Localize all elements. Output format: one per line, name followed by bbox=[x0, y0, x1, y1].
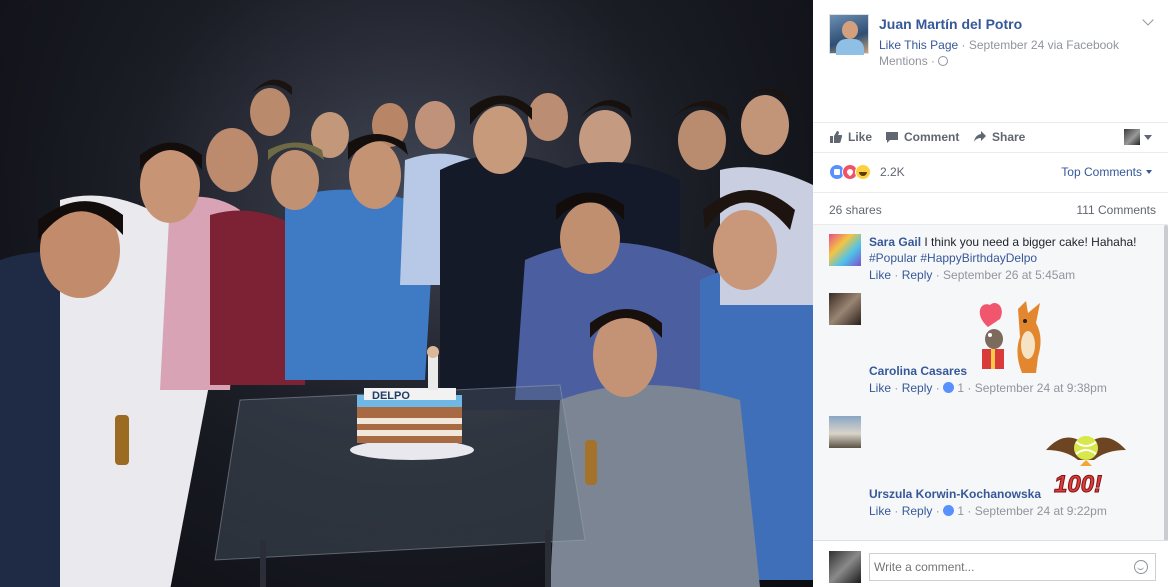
comment-time[interactable]: September 24 at 9:22pm bbox=[975, 504, 1107, 518]
comment-label: Comment bbox=[904, 130, 960, 144]
comment-footer: Like · Reply · 1 · September 24 at 9:38p… bbox=[869, 381, 1107, 395]
shares-count[interactable]: 26 shares bbox=[829, 203, 882, 217]
comment-input[interactable] bbox=[869, 553, 1156, 581]
comment-body: Urszula Korwin-Kochanowska 100! Like · R… bbox=[869, 416, 1154, 519]
like-label: Like bbox=[848, 130, 873, 144]
eagle-tennis-ball-sticker: 100! bbox=[1046, 436, 1127, 499]
comment-reply-link[interactable]: Reply bbox=[902, 381, 933, 395]
comment-time[interactable]: September 26 at 5:45am bbox=[943, 268, 1075, 282]
comment-text: I think you need a bigger cake! Hahaha! bbox=[924, 235, 1137, 249]
globe-icon bbox=[938, 56, 949, 66]
comment-body: Carolina Casares Like · Reply · 1 · Sept… bbox=[869, 293, 1154, 396]
comment-icon bbox=[886, 132, 898, 143]
share-icon bbox=[974, 131, 986, 142]
emoji-icon[interactable] bbox=[1134, 560, 1148, 574]
mentions-label[interactable]: Mentions bbox=[879, 54, 928, 68]
cake-text: DELPO bbox=[372, 390, 410, 402]
like-reaction-icon bbox=[943, 505, 955, 516]
avatar[interactable] bbox=[829, 551, 861, 583]
comment-like-link[interactable]: Like bbox=[869, 381, 891, 395]
top-comments-label: Top Comments bbox=[1061, 165, 1142, 179]
page-name[interactable]: Juan Martín del Potro bbox=[879, 16, 1022, 32]
comment-like-link[interactable]: Like bbox=[869, 268, 891, 282]
post-side-panel: Juan Martín del Potro Like This Page · S… bbox=[813, 0, 1168, 587]
comment-body: Sara Gail I think you need a bigger cake… bbox=[869, 234, 1154, 283]
post-header: Juan Martín del Potro Like This Page · S… bbox=[813, 0, 1168, 122]
scrollbar[interactable] bbox=[1164, 225, 1168, 540]
chevron-down-icon[interactable] bbox=[1142, 14, 1154, 26]
reaction-icons[interactable] bbox=[829, 164, 871, 180]
post-actions: Like Comment Share bbox=[813, 122, 1168, 153]
shares-row: 26 shares 111 Comments bbox=[813, 193, 1168, 225]
comment-button[interactable]: Comment bbox=[885, 130, 959, 144]
page-avatar[interactable] bbox=[829, 14, 869, 55]
comment-composer bbox=[813, 540, 1168, 587]
profile-thumbnail bbox=[1124, 129, 1140, 145]
post-photo[interactable]: DELPO bbox=[0, 0, 813, 587]
comment-like-count[interactable]: 1 bbox=[957, 381, 964, 395]
avatar[interactable] bbox=[829, 293, 861, 325]
avatar[interactable] bbox=[829, 416, 861, 448]
post-via: via Facebook bbox=[1047, 38, 1119, 52]
share-button[interactable]: Share bbox=[973, 130, 1025, 144]
share-label: Share bbox=[992, 130, 1026, 144]
heart-animals-sticker bbox=[980, 301, 1041, 373]
caret-down-icon bbox=[1146, 170, 1152, 174]
caret-down-icon bbox=[1144, 134, 1152, 140]
comment-time[interactable]: September 24 at 9:38pm bbox=[975, 381, 1107, 395]
post-meta: Like This Page · September 24 via Facebo… bbox=[879, 38, 1119, 68]
comment-reply-link[interactable]: Reply bbox=[902, 504, 933, 518]
reactions-bar: 2.2K Top Comments bbox=[813, 153, 1168, 193]
top-comments-dropdown[interactable]: Top Comments bbox=[1061, 165, 1152, 179]
comment-reply-link[interactable]: Reply bbox=[902, 268, 933, 282]
avatar[interactable] bbox=[829, 234, 861, 266]
photo-illustration: DELPO bbox=[0, 0, 813, 587]
comments-list: Sara Gail I think you need a bigger cake… bbox=[813, 225, 1168, 540]
comments-count[interactable]: 111 Comments bbox=[1076, 203, 1156, 217]
comment-author[interactable]: Urszula Korwin-Kochanowska bbox=[869, 487, 1041, 501]
like-page-link[interactable]: Like This Page bbox=[879, 38, 958, 52]
haha-reaction-icon bbox=[855, 164, 871, 180]
thumbs-up-icon bbox=[830, 131, 843, 143]
sticker-text: 100! bbox=[1054, 471, 1102, 498]
comment-like-count[interactable]: 1 bbox=[957, 504, 964, 518]
comment-hashtags[interactable]: #Popular #HappyBirthdayDelpo bbox=[869, 251, 1037, 265]
comment-footer: Like · Reply · September 26 at 5:45am bbox=[869, 268, 1076, 282]
post-date[interactable]: September 24 bbox=[969, 38, 1044, 52]
comment-like-link[interactable]: Like bbox=[869, 504, 891, 518]
comment-author[interactable]: Carolina Casares bbox=[869, 364, 967, 378]
profile-switcher[interactable] bbox=[1124, 129, 1152, 145]
like-reaction-icon bbox=[943, 382, 955, 393]
comment-author[interactable]: Sara Gail bbox=[869, 235, 921, 249]
reaction-count[interactable]: 2.2K bbox=[880, 165, 905, 179]
comment-footer: Like · Reply · 1 · September 24 at 9:22p… bbox=[869, 504, 1107, 518]
like-button[interactable]: Like bbox=[829, 130, 872, 144]
